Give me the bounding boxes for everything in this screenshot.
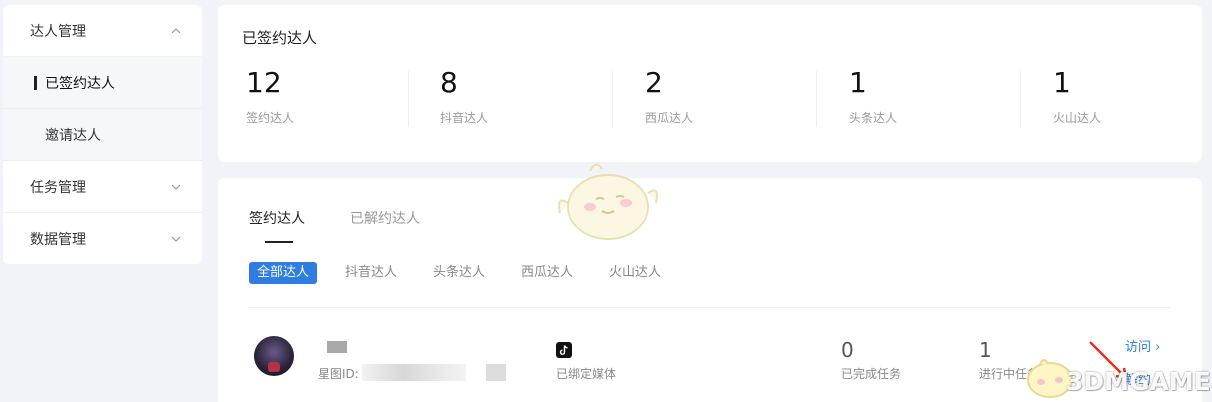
stat-value: 1 bbox=[849, 66, 867, 99]
chevron-down-icon bbox=[171, 184, 181, 190]
chevron-up-icon bbox=[171, 27, 181, 33]
stat-value: 2 bbox=[645, 66, 663, 99]
stat-label: 签约达人 bbox=[246, 111, 295, 125]
filter-all[interactable]: 全部达人 bbox=[249, 262, 318, 284]
bound-media-label: 已绑定媒体 bbox=[556, 367, 617, 381]
stat-label: 火山达人 bbox=[1053, 111, 1102, 125]
completed-tasks-label: 已完成任务 bbox=[841, 367, 902, 381]
filter-huoshan[interactable]: 火山达人 bbox=[601, 262, 669, 284]
stat-label: 抖音达人 bbox=[440, 111, 489, 125]
mascot-watermark-icon bbox=[558, 163, 658, 240]
stat-toutiao: 1 头条达人 bbox=[849, 67, 1049, 126]
tab-signed[interactable]: 签约达人 bbox=[249, 208, 305, 228]
chevron-down-icon bbox=[171, 236, 181, 242]
stat-value: 8 bbox=[440, 66, 458, 99]
divider bbox=[408, 71, 409, 127]
active-indicator bbox=[34, 76, 37, 90]
divider bbox=[248, 307, 1170, 308]
tab-underline bbox=[265, 241, 293, 243]
avatar[interactable] bbox=[254, 336, 294, 376]
stat-signed: 12 签约达人 bbox=[246, 67, 446, 126]
star-id-redacted-extra bbox=[486, 364, 506, 381]
submenu-item-signed-label: 已签约达人 bbox=[45, 75, 115, 92]
divider bbox=[816, 71, 817, 127]
tab-terminated[interactable]: 已解约达人 bbox=[350, 208, 420, 228]
stat-value: 1 bbox=[1053, 66, 1071, 99]
divider bbox=[612, 71, 613, 127]
menu-group-tasks-label: 任务管理 bbox=[30, 179, 86, 196]
stat-huoshan: 1 火山达人 bbox=[1053, 67, 1212, 126]
stat-label: 头条达人 bbox=[849, 111, 898, 125]
stat-douyin: 8 抖音达人 bbox=[440, 67, 640, 126]
sidebar: 达人管理 已签约达人 邀请达人 任务管理 数据管理 bbox=[3, 5, 202, 264]
completed-tasks-value: 0 bbox=[841, 338, 854, 362]
submenu-item-signed[interactable]: 已签约达人 bbox=[3, 57, 202, 109]
filter-douyin[interactable]: 抖音达人 bbox=[337, 262, 405, 284]
divider bbox=[1020, 71, 1021, 127]
watermark-text: 3DMGAME bbox=[1066, 367, 1211, 396]
stats-card: 已签约达人 12 签约达人 8 抖音达人 2 西瓜达人 1 头条达人 1 火山达… bbox=[218, 5, 1202, 162]
stats-title: 已签约达人 bbox=[242, 29, 318, 47]
menu-group-tasks[interactable]: 任务管理 bbox=[3, 161, 202, 213]
star-id-label: 星图ID: bbox=[318, 367, 359, 381]
star-id-redacted bbox=[362, 364, 466, 381]
menu-group-talent[interactable]: 达人管理 bbox=[3, 5, 202, 57]
filter-toutiao[interactable]: 头条达人 bbox=[425, 262, 493, 284]
submenu-item-invite[interactable]: 邀请达人 bbox=[3, 109, 202, 161]
stat-value: 12 bbox=[246, 66, 282, 99]
submenu-item-invite-label: 邀请达人 bbox=[45, 127, 101, 144]
menu-group-data-label: 数据管理 bbox=[30, 232, 86, 248]
douyin-icon bbox=[556, 342, 572, 358]
in-progress-tasks-value: 1 bbox=[979, 338, 992, 362]
menu-group-talent-label: 达人管理 bbox=[30, 23, 86, 40]
filter-xigua[interactable]: 西瓜达人 bbox=[513, 262, 581, 284]
talent-name-redacted bbox=[327, 341, 347, 353]
menu-group-data[interactable]: 数据管理 bbox=[3, 213, 202, 264]
stat-xigua: 2 西瓜达人 bbox=[645, 67, 845, 126]
stat-label: 西瓜达人 bbox=[645, 111, 694, 125]
